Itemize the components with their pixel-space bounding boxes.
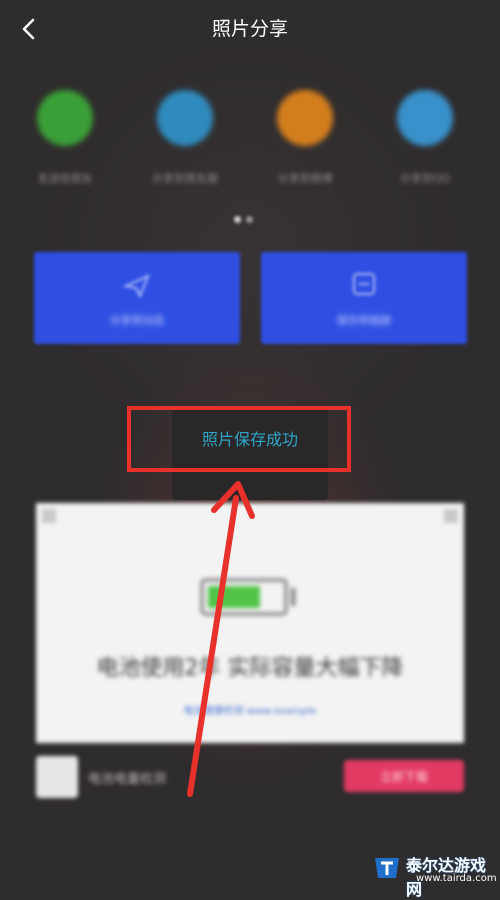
share-target-wechat[interactable]: 发送给朋友 — [10, 86, 120, 196]
share-target-label: 分享到微博 — [277, 172, 333, 185]
watermark: 泰尔达游戏网 www.tairda.com — [360, 848, 500, 899]
chevron-left-icon[interactable] — [14, 14, 44, 44]
battery-icon — [200, 578, 288, 616]
battery-level — [208, 586, 260, 608]
share-target-label: 发送给朋友 — [37, 172, 93, 185]
close-icon[interactable] — [444, 509, 458, 523]
share-targets-row: 发送给朋友 分享到朋友圈 分享到微博 分享到QQ — [0, 86, 500, 196]
save-to-album-button[interactable]: 保存到相册 — [261, 252, 467, 344]
wechat-icon — [37, 90, 93, 146]
app-icon — [36, 756, 78, 798]
share-target-label: 分享到QQ — [399, 172, 451, 185]
download-label: 立即下载 — [379, 770, 428, 784]
header-bar: 照片分享 — [0, 0, 500, 60]
share-target-qq-zone[interactable]: 分享到QQ — [370, 86, 480, 196]
highlight-box — [127, 406, 351, 472]
share-target-label: 分享到朋友圈 — [152, 172, 218, 185]
ad-corner-mark — [42, 509, 56, 523]
download-button[interactable]: 立即下载 — [344, 760, 464, 792]
share-to-feed-button[interactable]: 分享到动态 — [34, 252, 240, 344]
share-target-qq[interactable]: 分享到朋友圈 — [130, 86, 240, 196]
tairda-logo-icon — [375, 858, 399, 878]
action-label: 分享到动态 — [109, 314, 165, 327]
pager-dot-active — [234, 216, 241, 223]
qq-icon — [157, 90, 213, 146]
share-target-weibo[interactable]: 分享到微博 — [250, 86, 360, 196]
ad-headline: 电池使用2年 实际容量大幅下降 — [96, 656, 404, 681]
battery-tip — [290, 588, 296, 606]
save-icon — [353, 273, 375, 295]
qq-zone-icon — [397, 90, 453, 146]
watermark-url: www.tairda.com — [416, 873, 497, 884]
app-name: 电池电量检测 — [88, 772, 167, 787]
ad-link[interactable]: 电池健康检测 www.example — [36, 702, 464, 717]
weibo-icon — [277, 90, 333, 146]
ad-app-row: 电池电量检测 立即下载 — [36, 756, 464, 800]
pager-dot — [246, 216, 253, 223]
action-label: 保存到相册 — [336, 314, 392, 327]
pager-dots — [232, 214, 272, 224]
send-icon — [122, 274, 150, 299]
page-title: 照片分享 — [211, 18, 288, 40]
